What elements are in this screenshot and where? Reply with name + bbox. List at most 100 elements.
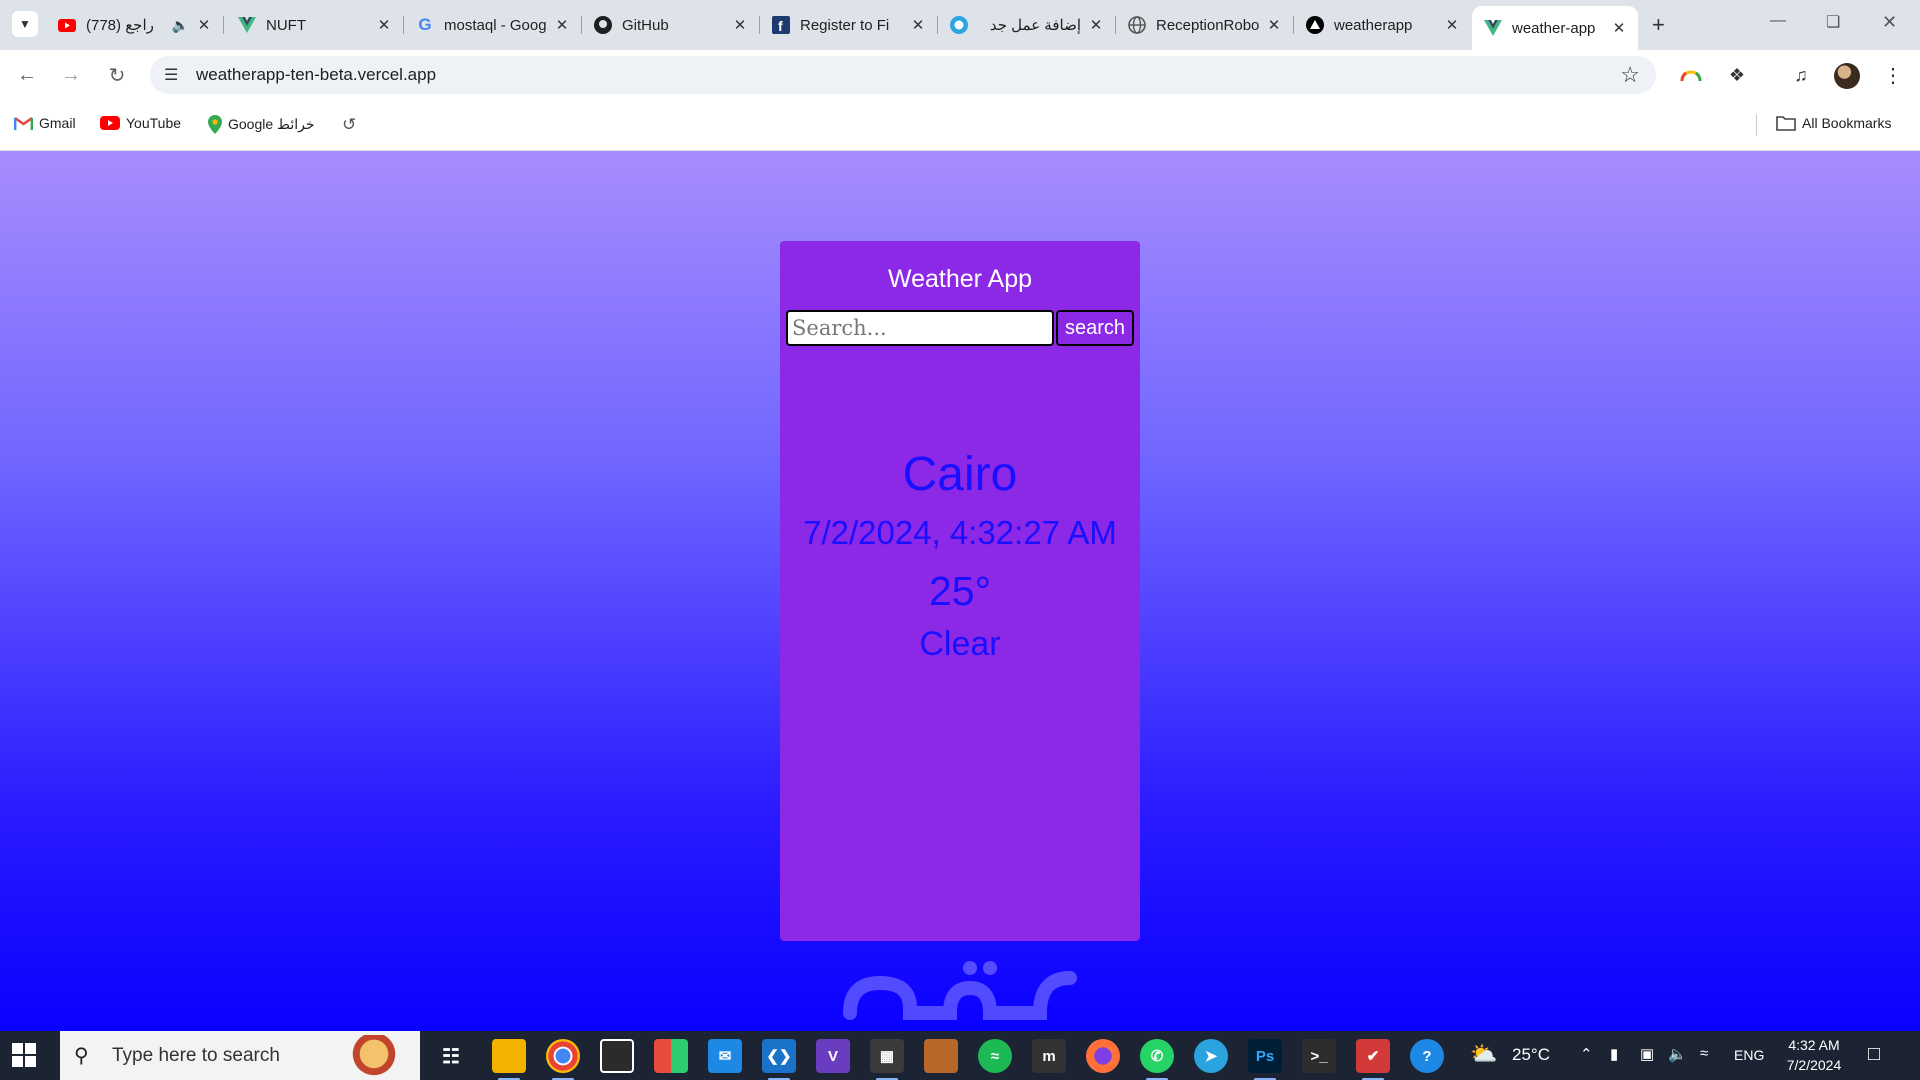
all-bookmarks-label: All Bookmarks [1802, 115, 1892, 131]
chevron-up-icon[interactable]: ⌃ [1580, 1045, 1593, 1063]
media-control-icon[interactable]: ♫ [1788, 62, 1814, 88]
close-icon[interactable]: ✕ [1610, 19, 1628, 37]
bookmark-youtube[interactable]: YouTube [100, 115, 181, 131]
bookmark-divider [1756, 114, 1757, 136]
snipping-tool-icon[interactable]: ✔ [1356, 1039, 1390, 1080]
bookmark-gmail[interactable]: Gmail [14, 115, 76, 131]
tab-weather-app[interactable]: weather-app ✕ [1472, 6, 1638, 50]
url-text[interactable]: weatherapp-ten-beta.vercel.app [196, 65, 436, 85]
search-button[interactable]: search [1056, 310, 1134, 346]
star-icon[interactable]: ☆ [1620, 62, 1640, 88]
site-info-icon[interactable]: ☰ [164, 65, 178, 85]
history-icon[interactable]: ↺ [342, 115, 356, 135]
facebook-icon: f [772, 16, 790, 34]
performance-icon[interactable] [1678, 62, 1704, 88]
extensions-icon[interactable]: ❖ [1724, 62, 1750, 88]
forward-icon[interactable]: → [58, 62, 84, 88]
bookmark-label: Gmail [39, 115, 76, 131]
mostaql-icon [950, 16, 968, 34]
weather-cloud-icon[interactable]: ⛅ [1470, 1041, 1497, 1067]
taskbar-clock[interactable]: 4:32 AM 7/2/2024 [1774, 1035, 1854, 1075]
tab-github[interactable]: GitHub ✕ [582, 8, 760, 42]
volume-icon[interactable]: 🔈 [1668, 1045, 1687, 1063]
weather-card: Weather App search Cairo 7/2/2024, 4:32:… [780, 241, 1140, 941]
tab-receptionrobot[interactable]: ReceptionRobot ✕ [1116, 8, 1294, 42]
camera-icon[interactable]: ▣ [1640, 1045, 1654, 1063]
address-bar[interactable]: ☰ weatherapp-ten-beta.vercel.app ☆ [150, 56, 1656, 94]
tab-title: إضافة عمل جد [989, 17, 1081, 34]
minimize-icon[interactable]: — [1770, 12, 1786, 30]
wifi-icon[interactable]: ≈ [1700, 1045, 1708, 1062]
youtube-icon [100, 116, 120, 130]
windows-start-icon[interactable] [12, 1043, 38, 1069]
photoshop-icon[interactable]: Ps [1248, 1039, 1282, 1080]
notification-icon[interactable]: □ [1868, 1043, 1880, 1066]
tab-mostaql[interactable]: إضافة عمل جد ✕ [938, 8, 1116, 42]
globe-icon [1128, 16, 1146, 34]
taskbar-weather[interactable]: 25°C [1512, 1045, 1550, 1065]
tab-title: weatherapp [1334, 16, 1413, 34]
close-icon[interactable]: ✕ [1087, 16, 1105, 34]
close-icon[interactable]: ✕ [731, 16, 749, 34]
tab-weatherapp-vercel[interactable]: weatherapp ✕ [1294, 8, 1471, 42]
tab-title: NUFT [266, 16, 306, 34]
tab-strip: ▼ (778) راجع 🔈 ✕ NUFT ✕ G mostaql - Goog… [0, 0, 1920, 50]
taskbar-search[interactable]: ⚲ Type here to search [60, 1031, 420, 1080]
close-icon[interactable]: ✕ [195, 16, 213, 34]
store-icon[interactable] [600, 1039, 634, 1073]
whatsapp-icon[interactable]: ✆ [1140, 1039, 1174, 1080]
cmd-icon[interactable]: >_ [1302, 1039, 1336, 1073]
close-icon[interactable]: ✕ [375, 16, 393, 34]
restore-icon[interactable]: ❏ [1826, 12, 1840, 32]
vercel-icon [1306, 16, 1324, 34]
new-tab-button[interactable]: + [1652, 12, 1665, 38]
tab-facebook[interactable]: f Register to Fi ✕ [760, 8, 938, 42]
vue-icon [1484, 19, 1502, 37]
game-app-icon[interactable] [924, 1039, 958, 1073]
tab-google[interactable]: G mostaql - Google ✕ [404, 8, 582, 42]
close-icon[interactable]: ✕ [1443, 16, 1461, 34]
terminal-app-icon[interactable]: ▦ [870, 1039, 904, 1080]
task-view-icon[interactable]: ☷ [434, 1039, 468, 1073]
tab-title: ReceptionRobot [1156, 16, 1259, 34]
taskbar-search-placeholder: Type here to search [112, 1044, 280, 1066]
spotify-icon[interactable]: ≈ [978, 1039, 1012, 1073]
clock-time: 4:32 AM [1788, 1037, 1840, 1053]
visual-studio-icon[interactable]: V [816, 1039, 850, 1073]
tab-title: Register to Fi [800, 16, 890, 34]
battery-icon[interactable]: ▮ [1610, 1045, 1618, 1063]
file-explorer-icon[interactable] [492, 1039, 526, 1080]
language-indicator[interactable]: ENG [1734, 1047, 1764, 1063]
mail-icon[interactable]: ✉ [708, 1039, 742, 1073]
close-icon[interactable]: ✕ [1265, 16, 1283, 34]
app-title: Weather App [887, 265, 1033, 293]
close-icon[interactable]: ✕ [553, 16, 571, 34]
temperature: 25° [928, 568, 991, 614]
back-icon[interactable]: ← [14, 62, 40, 88]
browser-toolbar: ← → ↻ ☰ weatherapp-ten-beta.vercel.app ☆… [0, 50, 1920, 100]
firefox-icon[interactable] [1086, 1039, 1120, 1073]
close-window-icon[interactable]: ✕ [1882, 12, 1897, 33]
office-icon[interactable] [654, 1039, 688, 1073]
speaker-icon[interactable]: 🔈 [172, 17, 189, 34]
tab-nuft[interactable]: NUFT ✕ [226, 8, 404, 42]
reload-icon[interactable]: ↻ [104, 62, 130, 88]
help-icon[interactable]: ? [1410, 1039, 1444, 1073]
notes-app-icon[interactable]: m [1032, 1039, 1066, 1073]
search-input[interactable] [786, 310, 1054, 346]
telegram-icon[interactable]: ➤ [1194, 1039, 1228, 1073]
tab-search-button[interactable]: ▼ [12, 11, 38, 37]
all-bookmarks[interactable]: All Bookmarks [1776, 115, 1891, 131]
tab-title: weather-app [1512, 19, 1596, 37]
close-icon[interactable]: ✕ [909, 16, 927, 34]
mostaql-watermark [840, 953, 1080, 1031]
tab-title: (778) راجع [86, 17, 154, 34]
profile-avatar[interactable] [1834, 63, 1860, 89]
tab-separator [223, 16, 224, 34]
menu-icon[interactable]: ⋮ [1880, 62, 1906, 88]
vscode-icon[interactable]: ❮❯ [762, 1039, 796, 1080]
city-name: Cairo [902, 448, 1018, 501]
tab-youtube[interactable]: (778) راجع 🔈 ✕ [46, 8, 224, 42]
chrome-icon[interactable] [546, 1039, 580, 1080]
bookmark-maps[interactable]: Google خرائط [208, 115, 315, 134]
